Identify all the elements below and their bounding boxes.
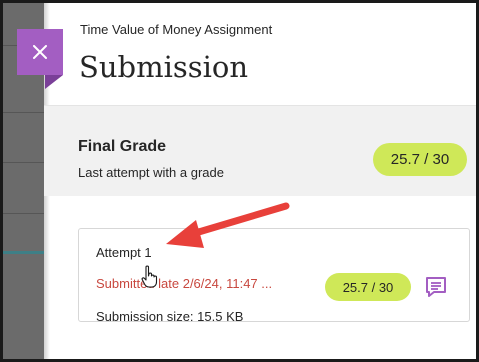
attempt-title[interactable]: Attempt 1 [96, 245, 152, 260]
feedback-comment-icon[interactable] [425, 276, 447, 298]
final-grade-heading: Final Grade [78, 138, 167, 155]
attempt-size: Submission size: 15.5 KB [96, 309, 244, 324]
final-grade-subtext: Last attempt with a grade [78, 165, 224, 180]
pointer-hand-icon [141, 265, 158, 288]
window-frame [0, 0, 479, 3]
assignment-name: Time Value of Money Assignment [80, 22, 273, 37]
background-divider [3, 112, 44, 113]
final-grade-badge: 25.7 / 30 [373, 143, 467, 176]
close-icon [33, 45, 47, 59]
attempt-card[interactable] [78, 228, 470, 322]
close-button-fold [45, 75, 63, 89]
attempt-grade-badge[interactable]: 25.7 / 30 [325, 273, 411, 301]
background-divider [3, 162, 44, 163]
background-divider [3, 213, 44, 214]
attempt-status[interactable]: Submitted late 2/6/24, 11:47 ... [96, 276, 272, 291]
window-frame [0, 0, 3, 362]
page-title: Submission [79, 50, 249, 84]
background-accent-line [3, 251, 44, 254]
close-button[interactable] [17, 29, 63, 75]
